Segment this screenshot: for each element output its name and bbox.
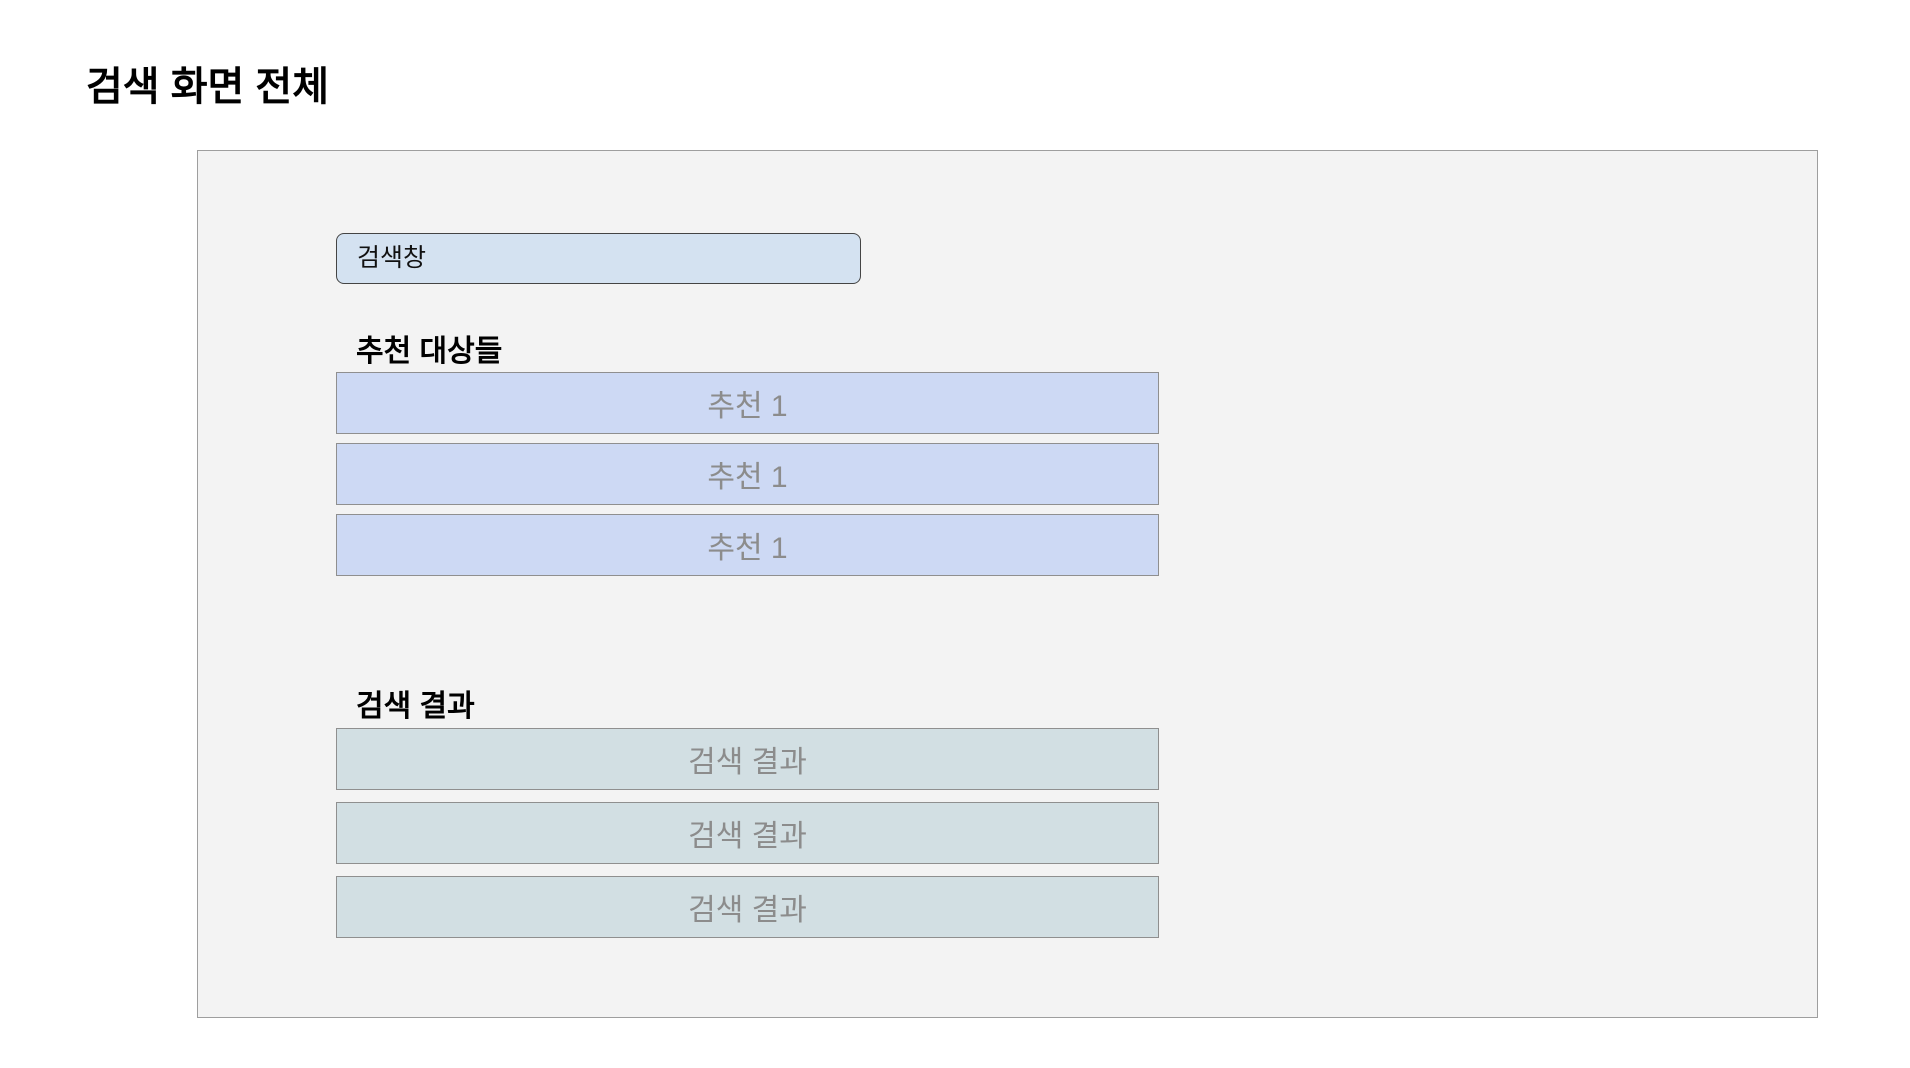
result-item[interactable]: 검색 결과: [336, 728, 1159, 790]
results-heading: 검색 결과: [356, 690, 475, 723]
recommendation-item[interactable]: 추천 1: [336, 514, 1159, 576]
recommendations-heading: 추천 대상들: [356, 335, 503, 368]
recommendation-item[interactable]: 추천 1: [336, 372, 1159, 434]
result-list: 검색 결과 검색 결과 검색 결과: [336, 728, 1159, 950]
recommendation-item[interactable]: 추천 1: [336, 443, 1159, 505]
page-title: 검색 화면 전체: [86, 65, 330, 109]
recommendation-list: 추천 1 추천 1 추천 1: [336, 372, 1159, 585]
result-item[interactable]: 검색 결과: [336, 876, 1159, 938]
result-item[interactable]: 검색 결과: [336, 802, 1159, 864]
search-screen-frame: 추천 대상들 추천 1 추천 1 추천 1 검색 결과 검색 결과 검색 결과 …: [197, 150, 1818, 1018]
search-input[interactable]: [357, 244, 860, 273]
search-box[interactable]: [336, 233, 861, 284]
